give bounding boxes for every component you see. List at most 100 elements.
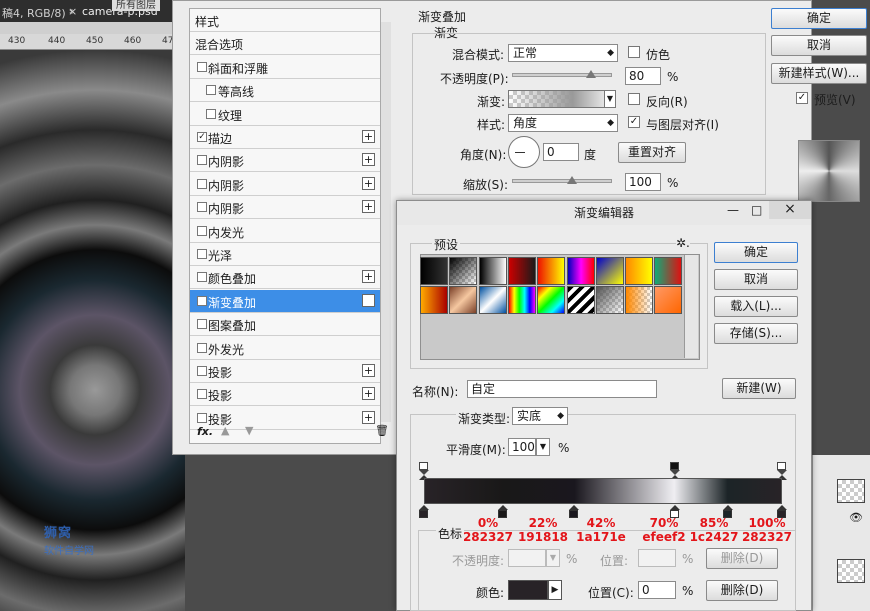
add-style-icon[interactable]: + (362, 364, 375, 377)
preset-swatch[interactable] (654, 286, 683, 314)
fx-button[interactable]: fx. (197, 425, 213, 438)
style-item[interactable]: ✓ 渐变叠加 + (190, 289, 380, 313)
preset-swatch[interactable] (537, 257, 566, 285)
move-down-icon[interactable]: ▼ (245, 424, 253, 437)
preset-swatch[interactable] (625, 257, 654, 285)
preset-swatch[interactable] (595, 286, 624, 314)
reverse-checkbox[interactable] (628, 93, 640, 105)
dither-checkbox[interactable] (628, 46, 640, 58)
gradient-swatch[interactable] (508, 90, 616, 108)
presets-scrollbar[interactable] (684, 255, 698, 358)
minimize-icon[interactable]: — (727, 203, 739, 217)
style-checkbox[interactable] (197, 61, 207, 72)
gear-icon[interactable]: ✲. (676, 236, 690, 250)
close-icon[interactable]: × (68, 5, 77, 18)
blend-mode-select[interactable]: 正常 ◆ (508, 44, 618, 62)
editor-cancel-button[interactable]: 取消 (714, 269, 798, 290)
style-checkbox[interactable] (206, 108, 216, 119)
style-item[interactable]: 混合选项 (190, 32, 380, 56)
preset-swatch[interactable] (449, 257, 478, 285)
preset-swatch[interactable] (537, 286, 566, 314)
preset-swatch[interactable] (420, 286, 448, 314)
new-style-button[interactable]: 新建样式(W)... (771, 63, 867, 84)
style-item[interactable]: 图案叠加 (190, 313, 380, 337)
ok-button[interactable]: 确定 (771, 8, 867, 29)
preset-swatch[interactable] (507, 286, 536, 314)
eye-icon[interactable]: 👁 (849, 511, 863, 524)
delete-opacity-stop-button[interactable]: 删除(D) (706, 548, 778, 569)
style-checkbox[interactable] (197, 225, 207, 236)
style-checkbox[interactable]: ✓ (197, 295, 207, 306)
preset-swatch[interactable] (566, 286, 595, 314)
maximize-icon[interactable]: □ (751, 203, 762, 217)
style-item[interactable]: ✓ 描边 + (190, 126, 380, 149)
style-item[interactable]: 外发光 (190, 337, 380, 360)
opacity-input[interactable]: 80 (625, 67, 661, 85)
style-item[interactable]: 光泽 (190, 243, 380, 266)
add-style-icon[interactable]: + (362, 293, 375, 307)
style-item[interactable]: 内阴影 + (190, 196, 380, 220)
style-checkbox[interactable]: ✓ (197, 132, 207, 142)
play-arrow-icon[interactable]: ▶ (548, 580, 562, 600)
align-checkbox[interactable]: ✓ (628, 116, 640, 128)
stop-color-swatch[interactable] (508, 580, 548, 600)
add-style-icon[interactable]: + (362, 270, 375, 284)
chevron-down-icon[interactable]: ▼ (546, 549, 560, 567)
scale-slider[interactable] (512, 179, 612, 183)
style-select[interactable]: 角度 ◆ (508, 114, 618, 132)
style-checkbox[interactable] (197, 202, 207, 213)
stop-opacity-input[interactable] (508, 549, 546, 567)
style-checkbox[interactable] (197, 389, 207, 400)
save-button[interactable]: 存储(S)... (714, 323, 798, 344)
style-checkbox[interactable] (197, 272, 207, 283)
opacity-slider[interactable] (512, 73, 612, 77)
new-gradient-button[interactable]: 新建(W) (722, 378, 796, 399)
name-input[interactable]: 自定 (467, 380, 657, 398)
style-item[interactable]: 等高线 (190, 79, 380, 103)
move-up-icon[interactable]: ▲ (221, 424, 229, 437)
gradient-preview-bar[interactable] (424, 478, 782, 504)
add-style-icon[interactable]: + (362, 130, 375, 143)
gradient-type-select[interactable]: 实底 ◆ (512, 407, 568, 425)
smoothness-input[interactable]: 100 (508, 438, 536, 456)
style-item[interactable]: 内阴影 + (190, 173, 380, 196)
add-style-icon[interactable]: + (362, 200, 375, 214)
chevron-down-icon[interactable]: ▼ (536, 438, 550, 456)
style-checkbox[interactable] (197, 319, 207, 330)
style-checkbox[interactable] (197, 366, 207, 376)
style-item[interactable]: 颜色叠加 + (190, 266, 380, 290)
style-list-scrollbar[interactable] (381, 22, 391, 422)
style-checkbox[interactable] (197, 249, 207, 259)
preview-checkbox[interactable]: ✓ (796, 92, 808, 104)
style-checkbox[interactable] (197, 155, 207, 166)
preset-swatch[interactable] (449, 286, 478, 314)
style-checkbox[interactable] (197, 178, 207, 189)
reset-align-button[interactable]: 重置对齐 (618, 142, 686, 163)
scale-slider-thumb[interactable] (567, 176, 577, 184)
style-item[interactable]: 内阴影 + (190, 149, 380, 173)
style-item[interactable]: 斜面和浮雕 (190, 56, 380, 79)
trash-icon[interactable]: 🗑 (375, 424, 389, 437)
close-icon[interactable]: × (769, 201, 811, 219)
preset-swatch[interactable] (566, 257, 595, 285)
angle-input[interactable]: 0 (543, 143, 579, 161)
color-stop[interactable] (419, 505, 429, 518)
stop-location-input[interactable] (638, 549, 676, 567)
load-button[interactable]: 载入(L)... (714, 296, 798, 317)
add-style-icon[interactable]: + (362, 387, 375, 401)
style-item[interactable]: 投影 + (190, 383, 380, 407)
preset-swatch[interactable] (478, 286, 507, 314)
layer-mode-fragment[interactable]: 所有图层 (112, 0, 160, 11)
scale-input[interactable]: 100 (625, 173, 661, 191)
color-location-input[interactable]: 0 (638, 581, 676, 599)
preset-swatch[interactable] (654, 257, 683, 285)
add-style-icon[interactable]: + (362, 176, 375, 190)
style-item[interactable]: 内发光 (190, 220, 380, 243)
preset-swatch[interactable] (507, 257, 536, 285)
style-item[interactable]: 纹理 (190, 103, 380, 126)
editor-ok-button[interactable]: 确定 (714, 242, 798, 263)
opacity-slider-thumb[interactable] (586, 70, 596, 78)
style-checkbox[interactable] (206, 85, 216, 96)
chevron-down-icon[interactable]: ▼ (604, 90, 616, 108)
style-checkbox[interactable] (197, 342, 207, 353)
